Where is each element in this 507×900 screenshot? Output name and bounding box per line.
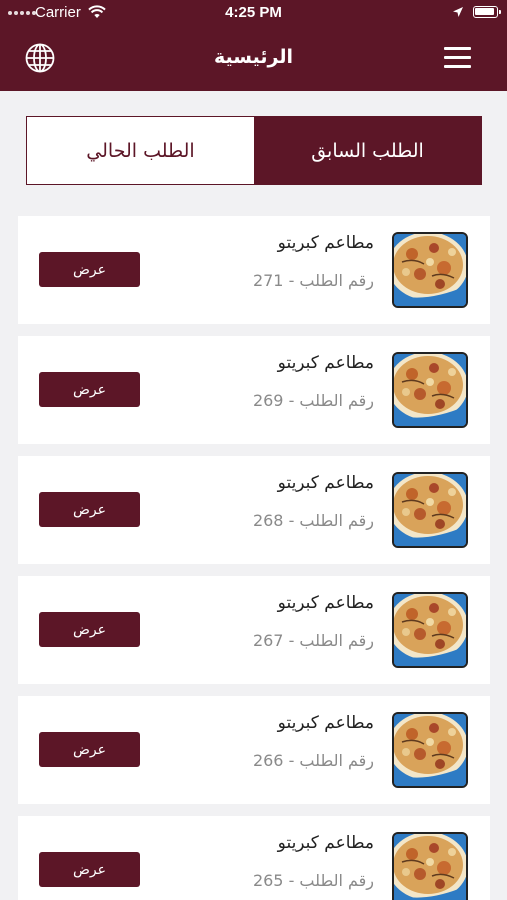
food-thumbnail (392, 592, 468, 668)
order-card: مطاعم كبريتو رقم الطلب - 268 عرض (18, 456, 490, 564)
status-bar: Carrier 4:25 PM (0, 0, 507, 26)
restaurant-name: مطاعم كبريتو (277, 353, 374, 373)
restaurant-name: مطاعم كبريتو (277, 473, 374, 493)
food-thumbnail (392, 472, 468, 548)
status-time: 4:25 PM (225, 4, 282, 21)
order-number: رقم الطلب - 266 (252, 751, 374, 770)
battery-icon (473, 6, 501, 18)
restaurant-name: مطاعم كبريتو (277, 713, 374, 733)
tab-current-order[interactable]: الطلب الحالي (27, 117, 254, 184)
view-order-button[interactable]: عرض (39, 372, 140, 407)
order-card: مطاعم كبريتو رقم الطلب - 269 عرض (18, 336, 490, 444)
view-order-button[interactable]: عرض (39, 732, 140, 767)
order-number: رقم الطلب - 269 (252, 391, 374, 410)
order-card: مطاعم كبريتو رقم الطلب - 265 عرض (18, 816, 490, 900)
hamburger-menu-icon[interactable] (444, 47, 471, 69)
food-thumbnail (392, 352, 468, 428)
restaurant-name: مطاعم كبريتو (277, 233, 374, 253)
order-card: مطاعم كبريتو رقم الطلب - 266 عرض (18, 696, 490, 804)
top-bar: Carrier 4:25 PM الرئيسية (0, 0, 507, 91)
view-order-button[interactable]: عرض (39, 612, 140, 647)
restaurant-name: مطاعم كبريتو (277, 593, 374, 613)
food-thumbnail (392, 712, 468, 788)
order-number: رقم الطلب - 267 (252, 631, 374, 650)
restaurant-name: مطاعم كبريتو (277, 833, 374, 853)
view-order-button[interactable]: عرض (39, 252, 140, 287)
order-number: رقم الطلب - 265 (252, 871, 374, 890)
food-thumbnail (392, 232, 468, 308)
view-order-button[interactable]: عرض (39, 852, 140, 887)
view-order-button[interactable]: عرض (39, 492, 140, 527)
order-list: مطاعم كبريتو رقم الطلب - 271 عرض مطاعم ك… (18, 216, 490, 900)
order-number: رقم الطلب - 271 (252, 271, 374, 290)
order-card: مطاعم كبريتو رقم الطلب - 267 عرض (18, 576, 490, 684)
tab-previous-order[interactable]: الطلب السابق (254, 117, 481, 184)
page-title: الرئيسية (214, 46, 293, 68)
food-thumbnail (392, 832, 468, 900)
order-tabs: الطلب الحالي الطلب السابق (26, 116, 482, 185)
location-arrow-icon (452, 6, 464, 22)
order-number: رقم الطلب - 268 (252, 511, 374, 530)
order-card: مطاعم كبريتو رقم الطلب - 271 عرض (18, 216, 490, 324)
